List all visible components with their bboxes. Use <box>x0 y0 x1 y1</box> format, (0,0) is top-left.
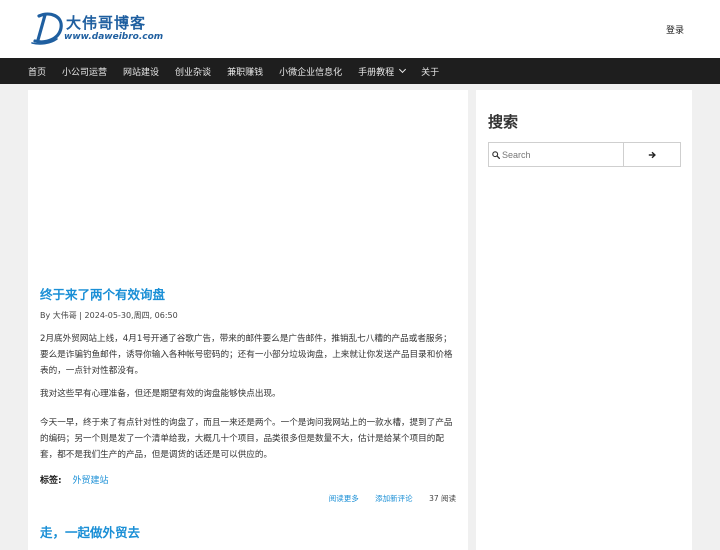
sidebar: 搜索 <box>476 90 692 550</box>
search-form <box>488 142 681 167</box>
search-title: 搜索 <box>488 113 519 131</box>
post-tags: 标签: 外贸建站 <box>40 473 109 486</box>
nav-item-small-company[interactable]: 小公司运营 <box>62 65 107 78</box>
logo-text: 大伟哥博客 <box>66 14 147 32</box>
main-content: 终于来了两个有效询盘 By 大伟哥 | 2024-05-30,周四, 06:50… <box>28 90 468 550</box>
nav-item-manuals-label: 手册教程 <box>358 67 395 78</box>
site-logo[interactable]: 大伟哥博客 www.daweibro.com <box>30 10 164 46</box>
post-meta: By 大伟哥 | 2024-05-30,周四, 06:50 <box>40 311 178 320</box>
arrow-right-icon <box>648 151 656 158</box>
post-paragraph-2: 我对这些早有心理准备，但还是期望有效的询盘能够快点出现。 <box>40 389 281 399</box>
tag-link[interactable]: 外贸建站 <box>72 476 108 486</box>
post-footer: 阅读更多 添加新评论 37 阅读 <box>315 493 456 504</box>
post-title[interactable]: 终于来了两个有效询盘 <box>40 284 165 303</box>
read-more-link[interactable]: 阅读更多 <box>329 494 359 503</box>
main-nav: 首页 小公司运营 网站建设 创业杂谈 兼职赚钱 小微企业信息化 手册教程 关于 <box>0 58 720 84</box>
login-link[interactable]: 登录 <box>666 23 684 36</box>
nav-item-home[interactable]: 首页 <box>28 65 46 78</box>
post-paragraph-1: 2月底外贸网站上线，4月1号开通了谷歌广告，带来的邮件要么是广告邮件，推销乱七八… <box>40 334 453 376</box>
nav-item-about[interactable]: 关于 <box>421 65 439 78</box>
logo-url: www.daweibro.com <box>64 32 164 42</box>
nav-item-website-building[interactable]: 网站建设 <box>123 65 159 78</box>
site-header: 大伟哥博客 www.daweibro.com 登录 <box>0 0 720 58</box>
add-comment-link[interactable]: 添加新评论 <box>375 494 413 503</box>
nav-item-manuals[interactable]: 手册教程 <box>358 65 407 78</box>
post-title-2[interactable]: 走，一起做外贸去 <box>40 522 140 541</box>
tags-label: 标签: <box>40 476 62 486</box>
search-icon <box>492 151 500 159</box>
ad-space <box>28 90 468 275</box>
read-count: 37 阅读 <box>429 494 456 503</box>
nav-item-part-time[interactable]: 兼职赚钱 <box>227 65 263 78</box>
nav-item-startup-talk[interactable]: 创业杂谈 <box>175 65 211 78</box>
logo-d-icon <box>31 12 63 45</box>
search-input[interactable] <box>502 143 622 166</box>
search-button[interactable] <box>623 142 681 167</box>
chevron-down-icon <box>399 65 407 74</box>
post-paragraph-3: 今天一早，终于来了有点针对性的询盘了，而且一来还是两个。一个是询问我网站上的一款… <box>40 418 453 460</box>
nav-item-sme-it[interactable]: 小微企业信息化 <box>279 65 342 78</box>
